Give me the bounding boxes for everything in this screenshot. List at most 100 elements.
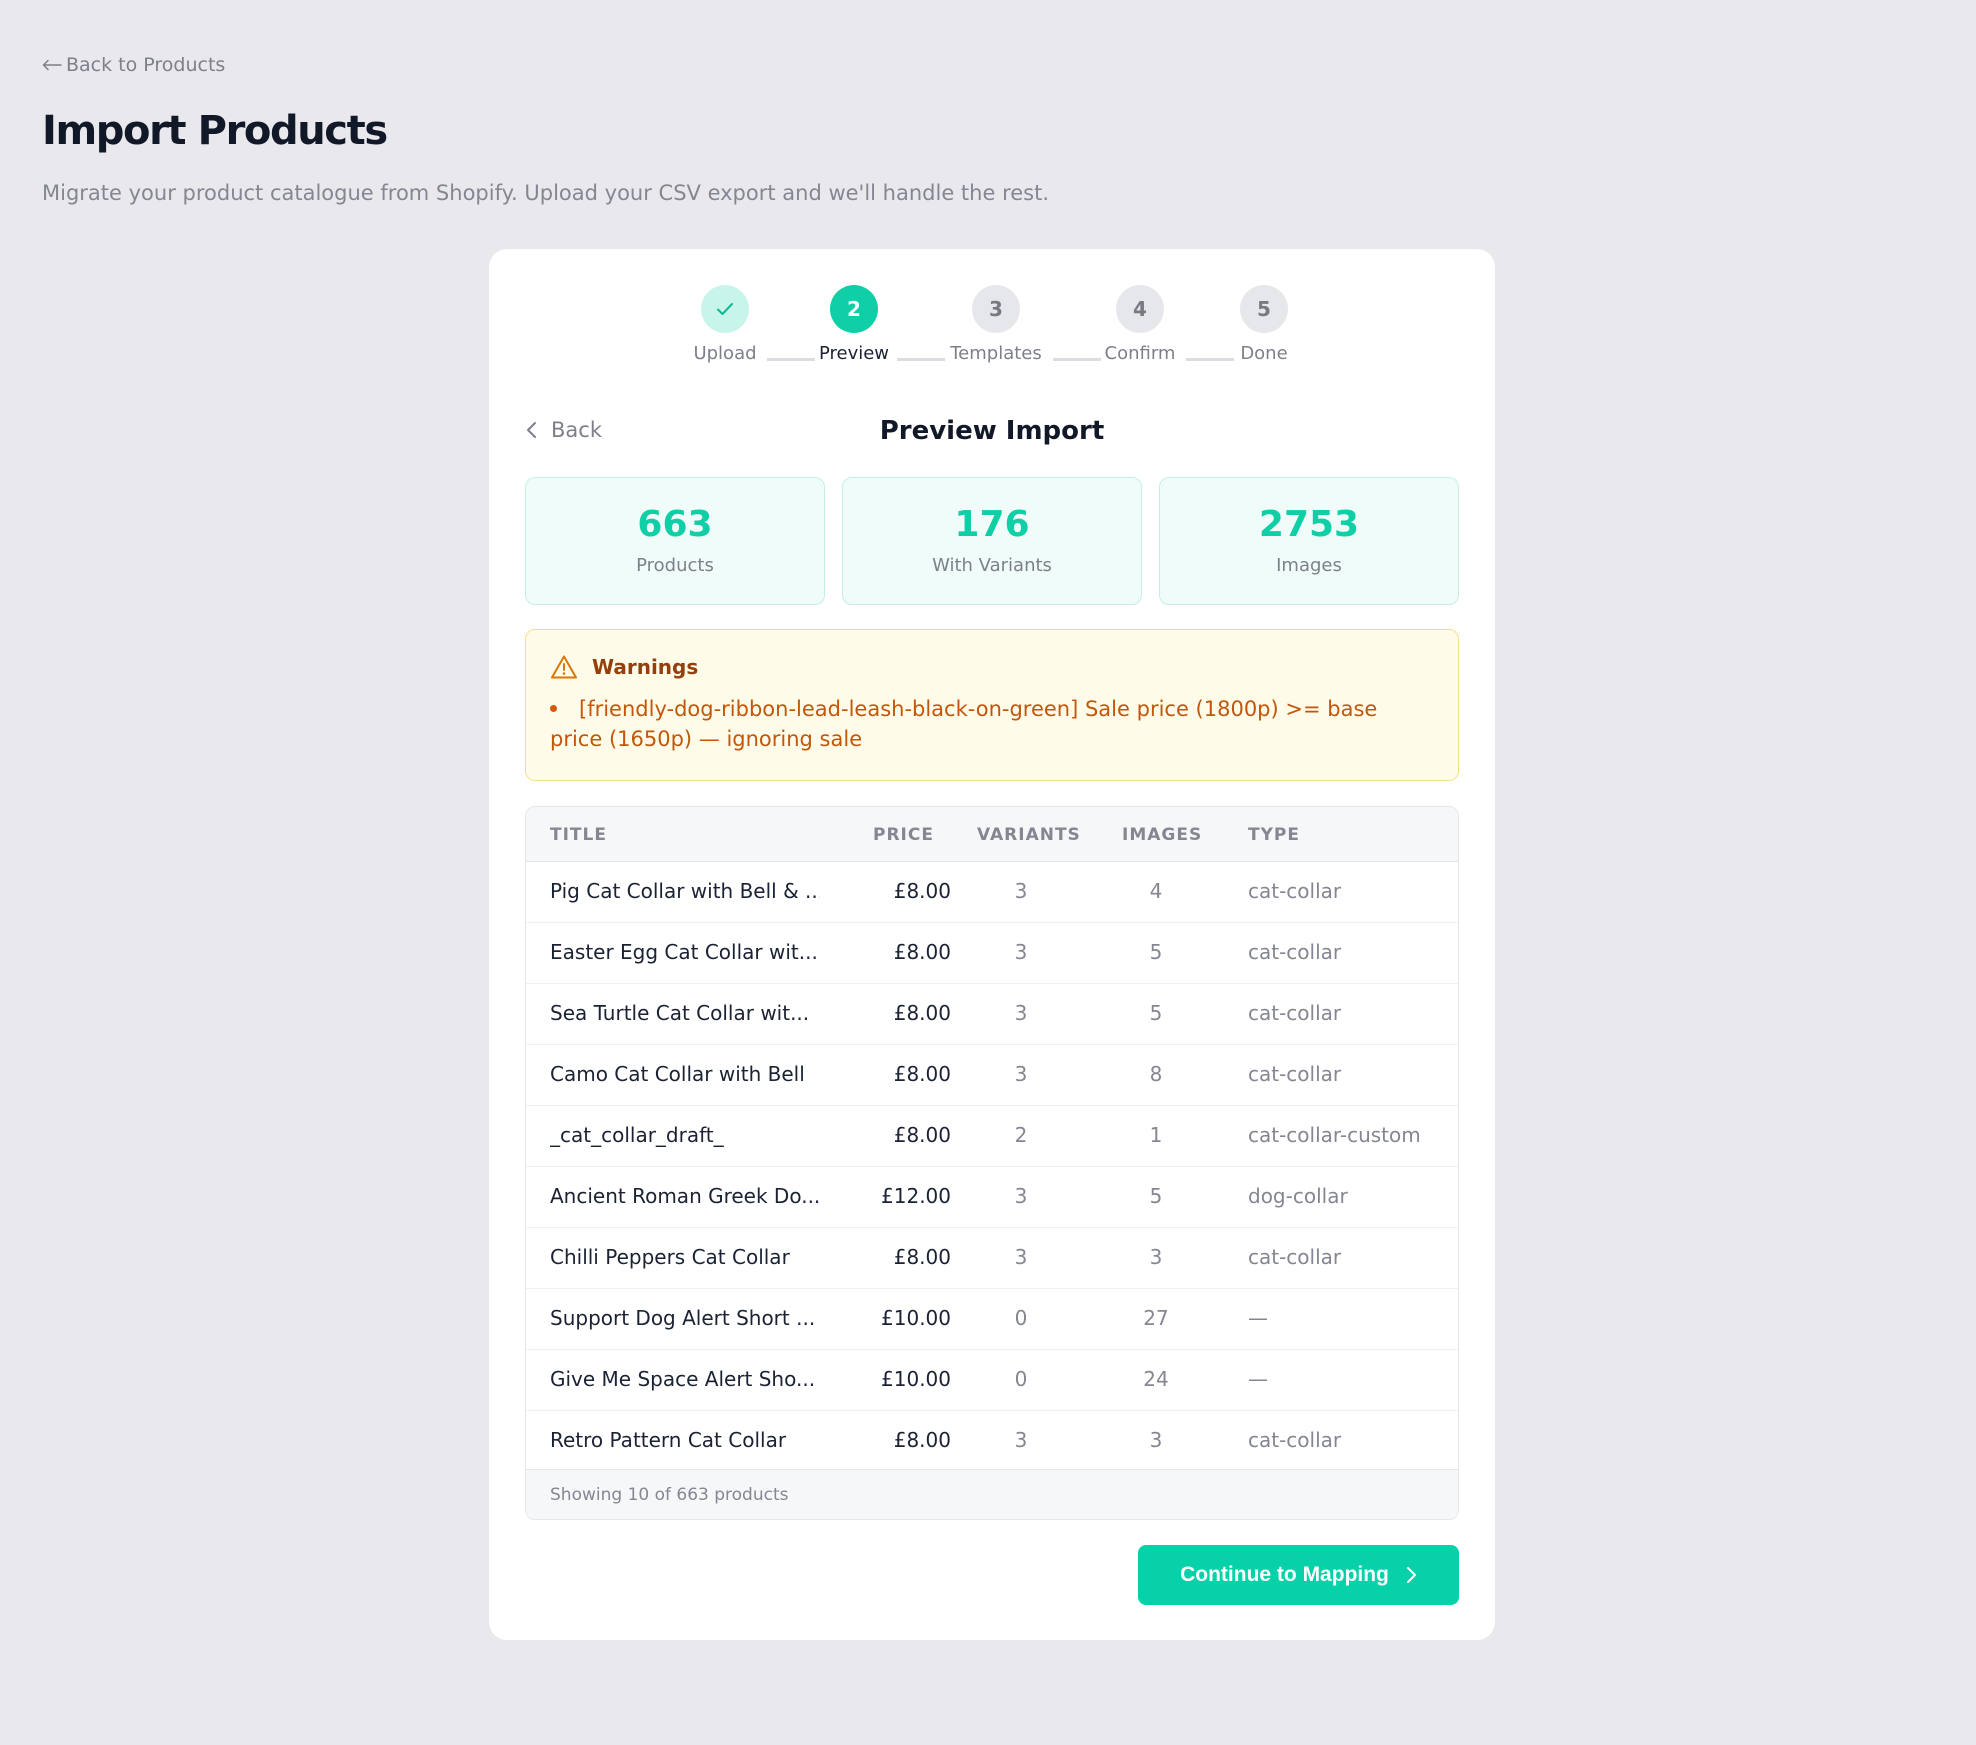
- continue-button-label: Continue to Mapping: [1180, 1563, 1389, 1586]
- step-label: Confirm: [1104, 343, 1176, 364]
- cell-title: Retro Pattern Cat Collar: [550, 1428, 787, 1452]
- preview-title: Preview Import: [879, 416, 1105, 446]
- cell-price: £8.00: [893, 1001, 951, 1025]
- step-circle: 3: [972, 285, 1020, 333]
- step-templates[interactable]: 3 Templates: [936, 285, 1056, 364]
- table-row: Chilli Peppers Cat Collar £8.00 3 3 cat-…: [526, 1228, 1458, 1289]
- warning-item: [friendly-dog-ribbon-lead-leash-black-on…: [550, 694, 1434, 754]
- cell-title: Ancient Roman Greek Do...: [550, 1184, 820, 1208]
- table-row: Easter Egg Cat Collar wit... £8.00 3 5 c…: [526, 923, 1458, 984]
- stat-products: 663 Products: [525, 477, 825, 605]
- cell-price: £8.00: [893, 1062, 951, 1086]
- products-table: TITLE PRICE VARIANTS IMAGES TYPE Pig Cat…: [525, 806, 1459, 1520]
- stat-label: With Variants: [932, 555, 1052, 576]
- table-row: Sea Turtle Cat Collar wit... £8.00 3 5 c…: [526, 984, 1458, 1045]
- continue-to-mapping-button[interactable]: Continue to Mapping: [1138, 1545, 1459, 1605]
- header-variants: VARIANTS: [977, 825, 1081, 845]
- cell-variants: 3: [1014, 879, 1028, 903]
- table-count-text: Showing 10 of 663 products: [550, 1485, 789, 1505]
- cell-title: Pig Cat Collar with Bell & ...: [550, 879, 820, 903]
- cell-images: 4: [1149, 879, 1163, 903]
- cell-title: Sea Turtle Cat Collar wit...: [550, 1001, 810, 1025]
- header-type: TYPE: [1248, 825, 1300, 845]
- cell-images: 5: [1149, 1184, 1163, 1208]
- cell-price: £8.00: [893, 1245, 951, 1269]
- cell-type: —: [1248, 1306, 1268, 1330]
- cell-price: £10.00: [881, 1306, 951, 1330]
- chevron-right-icon: [1406, 1567, 1416, 1583]
- cell-variants: 3: [1014, 1428, 1028, 1452]
- cell-title: Camo Cat Collar with Bell: [550, 1062, 805, 1086]
- warnings-header: Warnings: [550, 654, 1434, 680]
- step-circle: 2: [830, 285, 878, 333]
- stat-with-variants: 176 With Variants: [842, 477, 1142, 605]
- cell-type: cat-collar: [1248, 879, 1342, 903]
- cell-title: _cat_collar_draft_: [550, 1123, 724, 1147]
- cell-type: cat-collar: [1248, 1245, 1342, 1269]
- cell-images: 1: [1149, 1123, 1163, 1147]
- cell-variants: 3: [1014, 1245, 1028, 1269]
- back-to-products-link[interactable]: Back to Products: [42, 54, 225, 76]
- header-images: IMAGES: [1122, 825, 1203, 845]
- table-row: Give Me Space Alert Sho... £10.00 0 24 —: [526, 1350, 1458, 1411]
- step-confirm[interactable]: 4 Confirm: [1080, 285, 1200, 364]
- cell-images: 27: [1143, 1306, 1169, 1330]
- step-preview[interactable]: 2 Preview: [794, 285, 914, 364]
- cell-title: Support Dog Alert Short ...: [550, 1306, 816, 1330]
- cell-variants: 0: [1014, 1367, 1028, 1391]
- step-circle: 5: [1240, 285, 1288, 333]
- cell-type: cat-collar: [1248, 940, 1342, 964]
- cell-variants: 2: [1014, 1123, 1028, 1147]
- table-body: Pig Cat Collar with Bell & ... £8.00 3 4…: [526, 862, 1458, 1472]
- cell-images: 5: [1149, 940, 1163, 964]
- step-circle: [701, 285, 749, 333]
- stat-value: 663: [637, 504, 713, 545]
- check-icon: [717, 303, 733, 315]
- header-price: PRICE: [873, 825, 934, 845]
- header-title: TITLE: [550, 825, 607, 845]
- cell-images: 8: [1149, 1062, 1163, 1086]
- step-done[interactable]: 5 Done: [1204, 285, 1324, 364]
- cell-images: 24: [1143, 1367, 1169, 1391]
- cell-price: £8.00: [893, 1428, 951, 1452]
- stat-label: Products: [636, 555, 714, 576]
- table-row: Support Dog Alert Short ... £10.00 0 27 …: [526, 1289, 1458, 1350]
- back-button[interactable]: Back: [525, 418, 602, 442]
- cell-type: cat-collar: [1248, 1062, 1342, 1086]
- cell-price: £10.00: [881, 1367, 951, 1391]
- cell-type: cat-collar: [1248, 1001, 1342, 1025]
- back-to-products-label: Back to Products: [66, 54, 226, 76]
- table-row: Retro Pattern Cat Collar £8.00 3 3 cat-c…: [526, 1411, 1458, 1472]
- table-row: _cat_collar_draft_ £8.00 2 1 cat-collar-…: [526, 1106, 1458, 1167]
- import-card: Upload 2 Preview 3 Templates 4 Confirm 5…: [489, 249, 1495, 1640]
- cell-title: Give Me Space Alert Sho...: [550, 1367, 816, 1391]
- cell-price: £8.00: [893, 940, 951, 964]
- step-upload[interactable]: Upload: [665, 285, 785, 364]
- table-header: TITLE PRICE VARIANTS IMAGES TYPE: [526, 807, 1458, 862]
- table-row: Pig Cat Collar with Bell & ... £8.00 3 4…: [526, 862, 1458, 923]
- cell-title: Chilli Peppers Cat Collar: [550, 1245, 790, 1269]
- stat-label: Images: [1276, 555, 1342, 576]
- cell-images: 3: [1149, 1245, 1163, 1269]
- step-label: Upload: [693, 343, 757, 364]
- table-row: Ancient Roman Greek Do... £12.00 3 5 dog…: [526, 1167, 1458, 1228]
- step-label: Templates: [950, 343, 1042, 364]
- warnings-title: Warnings: [592, 655, 699, 679]
- table-footer: Showing 10 of 663 products: [526, 1469, 1458, 1519]
- warning-text: [friendly-dog-ribbon-lead-leash-black-on…: [550, 697, 1378, 751]
- cell-type: —: [1248, 1367, 1268, 1391]
- cell-type: dog-collar: [1248, 1184, 1348, 1208]
- cell-variants: 0: [1014, 1306, 1028, 1330]
- import-stats: 663 Products 176 With Variants 2753 Imag…: [525, 477, 1459, 605]
- cell-price: £12.00: [881, 1184, 951, 1208]
- cell-price: £8.00: [893, 1123, 951, 1147]
- cell-price: £8.00: [893, 879, 951, 903]
- cell-images: 3: [1149, 1428, 1163, 1452]
- cell-title: Easter Egg Cat Collar wit...: [550, 940, 818, 964]
- page-title: Import Products: [42, 108, 388, 154]
- step-label: Preview: [818, 343, 890, 364]
- cell-type: cat-collar: [1248, 1428, 1342, 1452]
- step-circle: 4: [1116, 285, 1164, 333]
- warning-triangle-icon: [551, 655, 577, 679]
- step-label: Done: [1240, 343, 1288, 364]
